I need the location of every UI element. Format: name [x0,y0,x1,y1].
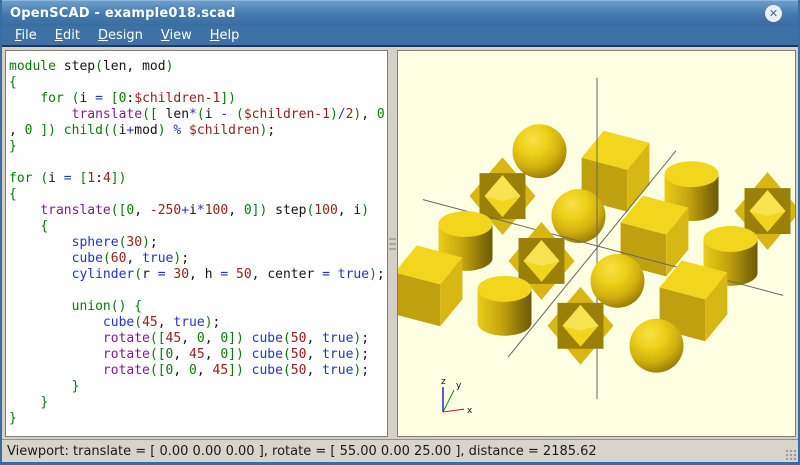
menu-item-file[interactable]: File [15,28,37,43]
panel-splitter[interactable] [388,50,397,437]
status-bar: Viewport: translate = [ 0.00 0.00 0.00 ]… [2,439,798,462]
splitter-grip-icon [389,243,396,245]
code-line: rotate([0, 0, 45]) cube(50, true); [9,363,387,379]
sphere-3d [630,319,684,373]
menu-bar: File Edit Design View Help [2,26,798,47]
code-line: { [9,219,387,235]
code-line: for (i = [1:4]) [9,171,387,187]
code-line: module step(len, mod) [9,59,387,75]
x-axis-label: x [467,406,473,416]
y-axis-label: y [456,381,462,391]
3d-viewport[interactable]: zy x [397,50,796,437]
menu-item-design[interactable]: Design [98,28,143,43]
code-line [9,155,387,171]
code-line: translate([0, -250+i*100, 0]) step(100, … [9,203,387,219]
code-line: cube(45, true); [9,315,387,331]
close-icon: ✕ [769,8,778,19]
menu-item-view[interactable]: View [161,28,192,43]
code-line: } [9,139,387,155]
code-line: rotate([45, 0, 0]) cube(50, true); [9,331,387,347]
code-line: translate([ len*(i - ($children-1)/2), 0 [9,107,387,123]
code-line: } [9,395,387,411]
z-axis-label: z [441,377,446,387]
code-line: cylinder(r = 30, h = 50, center = true); [9,267,387,283]
sphere-3d [591,254,645,308]
code-line [9,283,387,299]
scene-svg: zy x [398,51,795,436]
code-line: , 0 ]) child((i+mod) % $children); [9,123,387,139]
close-button[interactable]: ✕ [765,5,782,22]
viewport-status-text: Viewport: translate = [ 0.00 0.00 0.00 ]… [7,444,597,459]
resize-grip[interactable] [785,449,796,460]
window-title: OpenSCAD - example018.scad [10,6,236,21]
code-line: sphere(30); [9,235,387,251]
openscad-window: OpenSCAD - example018.scad ✕ File Edit Des… [0,0,800,465]
code-line: { [9,75,387,91]
menu-item-help[interactable]: Help [210,28,240,43]
title-bar[interactable]: OpenSCAD - example018.scad ✕ [2,0,798,26]
code-line: } [9,411,387,427]
code-line: rotate([0, 45, 0]) cube(50, true); [9,347,387,363]
code-line: cube(60, true); [9,251,387,267]
sphere-3d [513,124,567,178]
code-line: } [9,379,387,395]
code-editor[interactable]: module step(len, mod){ for (i = [0:$chil… [5,50,388,437]
code-line: { [9,187,387,203]
cylinder-3d [478,276,532,336]
code-line: union() { [9,299,387,315]
main-content: module step(len, mod){ for (i = [0:$chil… [2,47,798,439]
menu-item-edit[interactable]: Edit [55,28,80,43]
code-line: for (i = [0:$children-1]) [9,91,387,107]
